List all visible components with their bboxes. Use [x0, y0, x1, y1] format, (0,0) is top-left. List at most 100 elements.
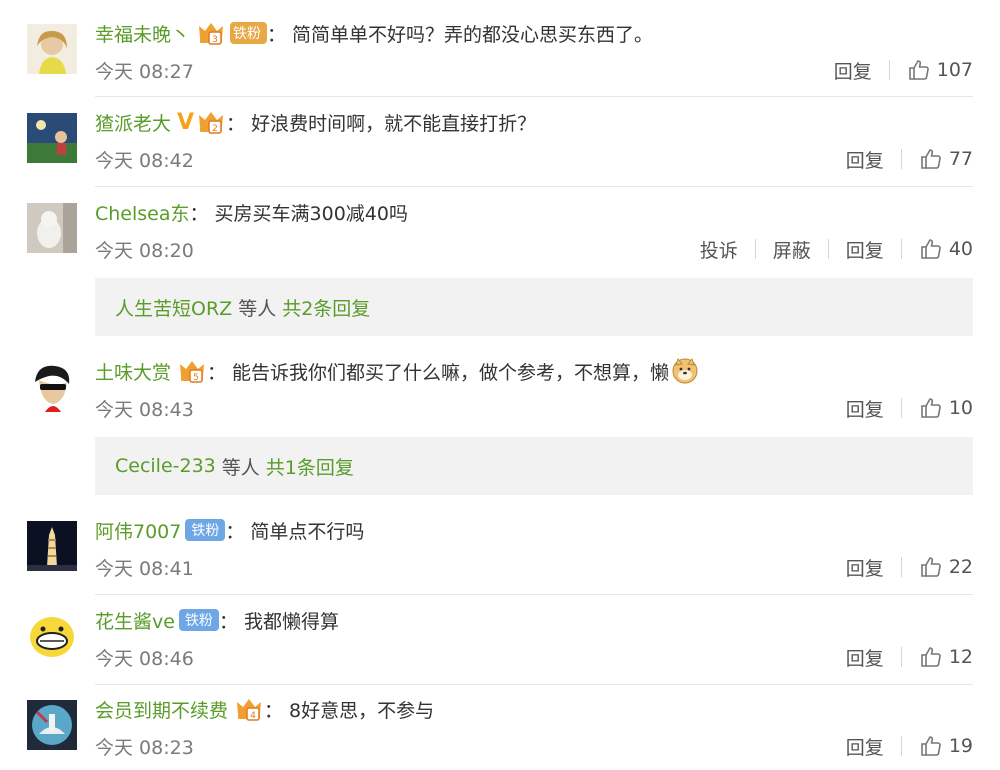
like-count: 10 [948, 397, 973, 419]
avatar[interactable] [27, 521, 77, 571]
fan-tag: 铁粉 [230, 22, 268, 44]
reply-button[interactable]: 回复 [846, 554, 884, 581]
comment-text: 我都懒得算 [243, 610, 339, 633]
divider [95, 684, 973, 685]
like-count: 22 [948, 556, 973, 578]
avatar[interactable] [27, 24, 77, 74]
username[interactable]: 阿伟7007 [95, 517, 181, 544]
username[interactable]: 幸福未晚丶 [95, 20, 190, 47]
reply-username[interactable]: 人生苦短ORZ [115, 294, 232, 321]
reply-thread-summary[interactable]: Cecile-233 等人 共1条回复 [95, 437, 973, 495]
comment-text: 买房买车满300减40吗 [214, 202, 408, 225]
colon: ： [218, 610, 238, 633]
crown-level-icon: 2 [196, 109, 226, 135]
report-button[interactable]: 投诉 [700, 236, 738, 263]
username[interactable]: 土味大赏 [95, 358, 171, 385]
comment-text: 能告诉我你们都买了什么嘛，做个参考，不想算，懒 [232, 361, 670, 384]
comment-text: 8好意思，不参与 [289, 699, 435, 722]
comment-text: 好浪费时间啊，就不能直接打折？ [251, 112, 537, 135]
reply-thread-summary[interactable]: 人生苦短ORZ 等人 共2条回复 [95, 278, 973, 336]
like-count: 77 [948, 148, 973, 170]
reply-button[interactable]: 回复 [846, 644, 884, 671]
divider [900, 239, 902, 259]
crown-level-icon: 4 [234, 696, 264, 722]
divider [888, 60, 890, 80]
crown-badge[interactable]: 2 [196, 109, 226, 135]
timestamp: 今天 08:43 [95, 398, 194, 421]
crown-badge[interactable]: 4 [234, 696, 264, 722]
colon: ： [267, 23, 287, 46]
username[interactable]: 猹派老大 [95, 109, 171, 136]
reply-button[interactable]: 回复 [846, 395, 884, 422]
crown-badge[interactable]: 5 [177, 358, 207, 384]
thumbs-up-icon[interactable] [919, 396, 943, 420]
crown-level-icon: 3 [196, 20, 226, 46]
svg-text:4: 4 [250, 711, 256, 721]
colon: ： [207, 361, 227, 384]
avatar[interactable] [27, 700, 77, 750]
thumbs-up-icon[interactable] [919, 645, 943, 669]
comment-item: 阿伟7007 铁粉 ： 简单点不行吗 今天 08:41 回复 22 [0, 515, 1000, 595]
colon: ： [189, 202, 209, 225]
divider [900, 557, 902, 577]
reply-count-link[interactable]: 共2条回复 [282, 294, 370, 321]
colon: ： [264, 699, 284, 722]
avatar[interactable] [27, 113, 77, 163]
reply-button[interactable]: 回复 [846, 146, 884, 173]
timestamp: 今天 08:46 [95, 647, 194, 670]
divider [95, 594, 973, 595]
reply-button[interactable]: 回复 [834, 57, 872, 84]
verified-v-icon: V [177, 109, 195, 135]
reply-button[interactable]: 回复 [846, 236, 884, 263]
like-count: 12 [948, 646, 973, 668]
timestamp: 今天 08:23 [95, 736, 194, 759]
timestamp: 今天 08:42 [95, 149, 194, 172]
svg-text:5: 5 [193, 373, 199, 383]
reply-username[interactable]: Cecile-233 [115, 455, 216, 477]
thumbs-up-icon[interactable] [919, 237, 943, 261]
reply-deng: 等人 [238, 297, 277, 320]
comment-item: 花生酱ve 铁粉 ： 我都懒得算 今天 08:46 回复 12 [0, 605, 1000, 685]
thumbs-up-icon[interactable] [919, 147, 943, 171]
username[interactable]: 花生酱ve [95, 607, 175, 634]
like-count: 19 [948, 735, 973, 757]
fan-tag[interactable]: 铁粉 [185, 519, 226, 541]
comment-list: 幸福未晚丶 3 铁粉 ： 简简单单不好吗？弄的都没心思买东西了。 今天 08:2… [0, 0, 1000, 770]
comment-item: 会员到期不续费 4 ： 8好意思，不参与 今天 08:23 回复 19 [0, 694, 1000, 770]
reply-button[interactable]: 回复 [846, 733, 884, 760]
divider [95, 96, 973, 97]
avatar[interactable] [27, 203, 77, 253]
comment-item: 猹派老大 V 2 ： 好浪费时间啊，就不能直接打折？ 今天 08:42 回复 7… [0, 107, 1000, 187]
thumbs-up-icon[interactable] [919, 734, 943, 758]
timestamp: 今天 08:27 [95, 60, 194, 83]
svg-text:3: 3 [212, 35, 218, 45]
comment-item: 土味大赏 5 ： 能告诉我你们都买了什么嘛，做个参考，不想算，懒 今天 08:4… [0, 356, 1000, 436]
svg-text:2: 2 [212, 124, 218, 134]
divider [900, 149, 902, 169]
avatar[interactable] [27, 611, 77, 661]
divider [900, 398, 902, 418]
divider [900, 647, 902, 667]
thumbs-up-icon[interactable] [907, 58, 931, 82]
fan-tag[interactable]: 铁粉 [178, 609, 219, 631]
doge-icon [671, 357, 699, 385]
comment-text: 简简单单不好吗？弄的都没心思买东西了。 [292, 23, 654, 46]
reply-deng: 等人 [221, 456, 260, 479]
avatar[interactable] [27, 362, 77, 412]
like-count: 107 [936, 59, 973, 81]
like-count: 40 [948, 238, 973, 260]
username[interactable]: 会员到期不续费 [95, 696, 228, 723]
divider [95, 186, 973, 187]
crown-level-icon: 5 [177, 358, 207, 384]
thumbs-up-icon[interactable] [919, 555, 943, 579]
comment-item: 幸福未晚丶 3 铁粉 ： 简简单单不好吗？弄的都没心思买东西了。 今天 08:2… [0, 18, 1000, 98]
colon: ： [226, 112, 246, 135]
block-button[interactable]: 屏蔽 [773, 236, 811, 263]
timestamp: 今天 08:20 [95, 239, 194, 262]
divider [900, 736, 902, 756]
colon: ： [225, 520, 245, 543]
comment-item: Chelsea东 ： 买房买车满300减40吗 今天 08:20 投诉 屏蔽 回… [0, 197, 1000, 277]
crown-fan-badge[interactable]: 3 铁粉 [196, 20, 268, 46]
reply-count-link[interactable]: 共1条回复 [266, 453, 354, 480]
username[interactable]: Chelsea东 [95, 199, 190, 226]
